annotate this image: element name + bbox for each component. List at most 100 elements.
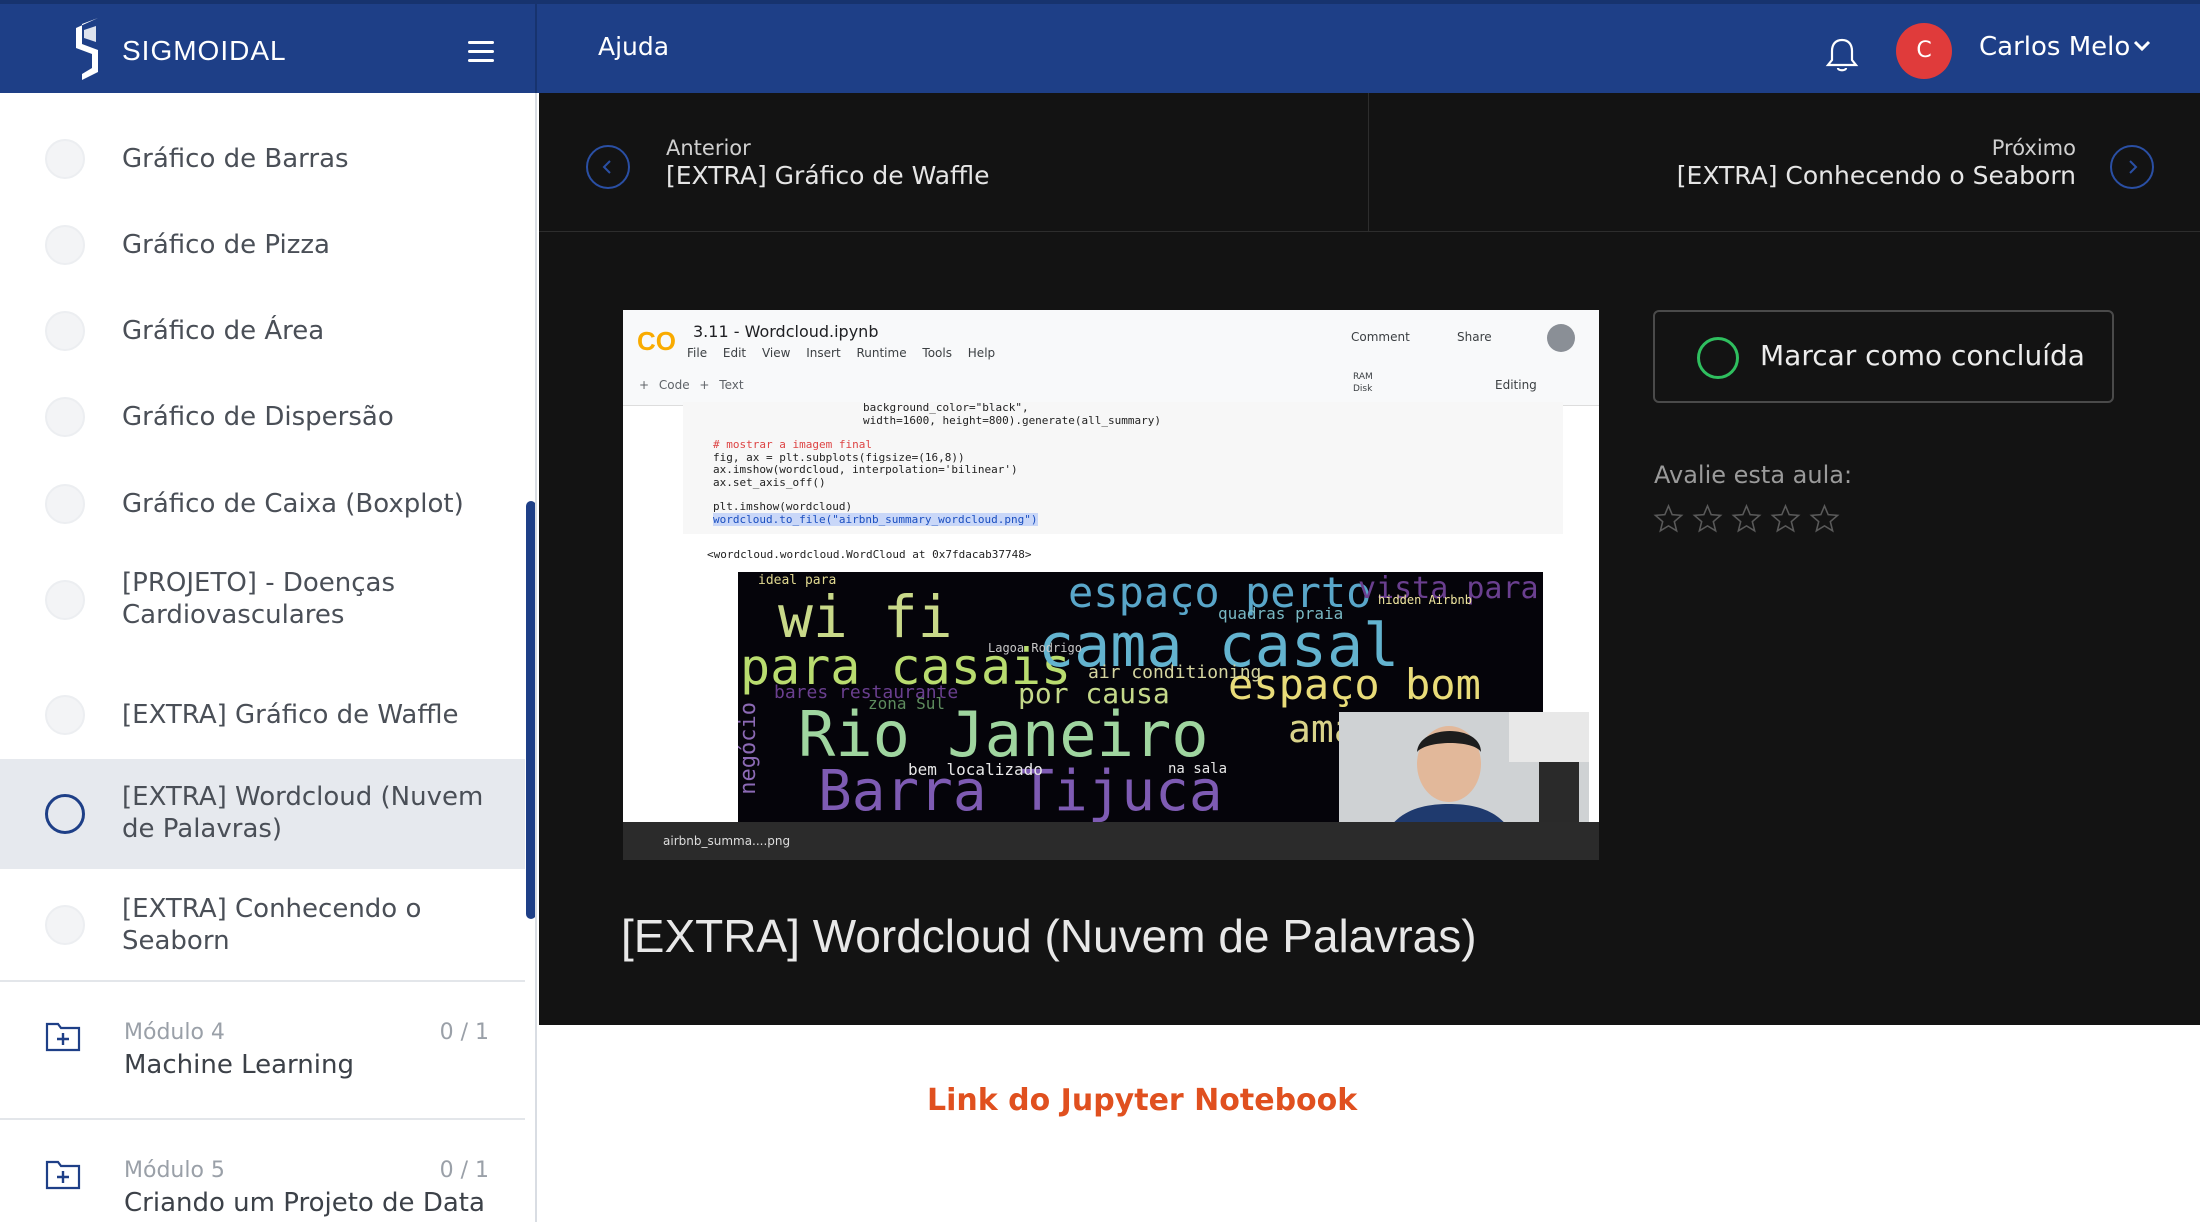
lesson-title: [EXTRA] Wordcloud (Nuvem de Palavras) <box>621 910 1477 962</box>
lesson-status-icon <box>45 311 85 351</box>
avatar[interactable]: C <box>1896 23 1952 79</box>
menu-toggle-icon[interactable] <box>468 41 494 63</box>
folder-plus-icon <box>45 1160 81 1190</box>
download-bar: airbnb_summa....png <box>623 822 1599 860</box>
wordcloud-word: por causa <box>1018 677 1170 710</box>
colab-header: CO 3.11 - Wordcloud.ipynb File Edit View… <box>623 310 1599 406</box>
sidebar-lesson-item[interactable]: Gráfico de Dispersão <box>0 386 525 448</box>
share-label: Share <box>1457 330 1492 344</box>
code-line: # mostrar a imagem final <box>713 438 872 451</box>
module-progress: 0 / 1 <box>439 1158 489 1183</box>
course-sidebar: Gráfico de Barras Gráfico de Pizza Gráfi… <box>0 93 537 1222</box>
sidebar-lesson-label: Gráfico de Caixa (Boxplot) <box>122 489 464 519</box>
module-title: Criando um Projeto de Data <box>124 1188 485 1218</box>
code-line: plt.imshow(wordcloud) <box>713 500 853 513</box>
sidebar-lesson-label: Gráfico de Barras <box>122 144 349 174</box>
lesson-status-icon <box>45 580 85 620</box>
lesson-status-icon <box>45 695 85 735</box>
sidebar-lesson-label: [PROJETO] - Doenças Cardiovasculares <box>122 568 396 630</box>
jupyter-notebook-link[interactable]: Link do Jupyter Notebook <box>927 1083 1357 1118</box>
sidebar-lesson-label: [EXTRA] Wordcloud (Nuvem de Palavras) <box>122 782 484 844</box>
module-number: Módulo 5 <box>124 1158 225 1183</box>
notebook-menu: File Edit View Insert Runtime Tools Help <box>687 346 996 360</box>
code-line: wordcloud.to_file("airbnb_summary_wordcl… <box>713 512 1563 527</box>
ram-label: RAM <box>1353 372 1373 382</box>
notebook-title: 3.11 - Wordcloud.ipynb <box>693 322 879 341</box>
chevron-right-icon <box>2110 145 2154 189</box>
sidebar-scrollbar-thumb[interactable] <box>526 501 535 919</box>
rating-label: Avalie esta aula: <box>1654 461 1853 489</box>
star-icon[interactable] <box>1809 503 1840 534</box>
user-name[interactable]: Carlos Melo <box>1979 32 2130 62</box>
rating-stars <box>1653 503 1840 534</box>
sidebar-lesson-item[interactable]: Gráfico de Barras <box>0 128 525 190</box>
next-lesson-button[interactable]: Próximo [EXTRA] Conhecendo o Seaborn <box>1370 93 2200 232</box>
previous-label: Anterior <box>666 136 751 160</box>
sidebar-module-item[interactable]: Módulo 4 0 / 1 Machine Learning <box>0 980 525 1118</box>
wordcloud-word: air conditioning <box>1088 662 1262 683</box>
sidebar-lesson-label: Gráfico de Dispersão <box>122 402 394 432</box>
wordcloud-word: Lagoa Rodrigo <box>988 641 1082 655</box>
star-icon[interactable] <box>1731 503 1762 534</box>
previous-lesson-button[interactable]: Anterior [EXTRA] Gráfico de Waffle <box>539 93 1369 232</box>
top-bar: SIGMOIDAL Ajuda C Carlos Melo <box>0 0 2200 93</box>
lesson-navigation: Anterior [EXTRA] Gráfico de Waffle Próxi… <box>539 93 2200 232</box>
star-icon[interactable] <box>1653 503 1684 534</box>
help-link[interactable]: Ajuda <box>598 32 669 61</box>
wordcloud-word: zona Sul <box>868 694 946 713</box>
sidebar-lesson-item[interactable]: [PROJETO] - Doenças Cardiovasculares <box>0 555 525 645</box>
module-number: Módulo 4 <box>124 1020 225 1045</box>
notification-bell-icon[interactable] <box>1822 34 1862 74</box>
lesson-status-icon <box>45 139 85 179</box>
sigmoidal-logo-icon <box>76 18 98 80</box>
sidebar-lesson-item[interactable]: Gráfico de Área <box>0 300 525 362</box>
sidebar-lesson-item[interactable]: [EXTRA] Gráfico de Waffle <box>0 684 525 746</box>
download-file-name: airbnb_summa....png <box>663 834 791 848</box>
sidebar-lesson-item[interactable]: Gráfico de Caixa (Boxplot) <box>0 473 525 535</box>
lesson-video[interactable]: CO 3.11 - Wordcloud.ipynb File Edit View… <box>623 310 1599 860</box>
wordcloud-word: ideal para <box>758 573 837 588</box>
code-line: ax.set_axis_off() <box>713 475 826 489</box>
next-lesson-title: [EXTRA] Conhecendo o Seaborn <box>1676 161 2076 190</box>
lesson-status-icon <box>45 794 85 834</box>
wordcloud-word: bem localizado <box>908 760 1043 779</box>
previous-lesson-title: [EXTRA] Gráfico de Waffle <box>666 161 990 190</box>
sidebar-lesson-item[interactable]: [EXTRA] Conhecendo o Seaborn <box>0 875 525 975</box>
module-title: Machine Learning <box>124 1050 354 1080</box>
lesson-content: Link do Jupyter Notebook <box>539 1025 2200 1222</box>
lesson-status-icon <box>45 225 85 265</box>
code-cell: background_color="black", width=1600, he… <box>683 401 1563 534</box>
code-output: <wordcloud.wordcloud.WordCloud at 0x7fda… <box>707 548 1032 561</box>
next-label: Próximo <box>1991 136 2076 160</box>
comment-label: Comment <box>1351 330 1410 344</box>
mark-complete-label: Marcar como concluída <box>1760 339 2085 372</box>
wordcloud-word: quadras praia <box>1218 604 1344 623</box>
sidebar-module-item[interactable]: Módulo 5 0 / 1 Criando um Projeto de Dat… <box>0 1118 525 1222</box>
star-icon[interactable] <box>1692 503 1723 534</box>
lesson-status-icon <box>45 905 85 945</box>
wordcloud-word: negócio <box>738 702 761 795</box>
disk-label: Disk <box>1353 384 1373 394</box>
sidebar-lesson-label: Gráfico de Área <box>122 316 325 346</box>
star-icon[interactable] <box>1770 503 1801 534</box>
wordcloud-word: Rio Janeiro <box>798 698 1209 771</box>
notebook-toolbar: + Code + Text <box>639 378 744 392</box>
sidebar-lesson-item-active[interactable]: [EXTRA] Wordcloud (Nuvem de Palavras) <box>0 759 525 869</box>
folder-plus-icon <box>45 1022 81 1052</box>
sidebar-lesson-item[interactable]: Gráfico de Pizza <box>0 214 525 276</box>
sidebar-lesson-label: [EXTRA] Gráfico de Waffle <box>122 700 459 730</box>
module-progress: 0 / 1 <box>439 1020 489 1045</box>
colab-logo: CO <box>637 326 676 356</box>
colab-avatar <box>1547 324 1575 352</box>
code-line-highlight: wordcloud.to_file("airbnb_summary_wordcl… <box>713 512 1038 526</box>
lesson-player-area: Anterior [EXTRA] Gráfico de Waffle Próxi… <box>539 93 2200 1025</box>
mark-complete-button[interactable]: Marcar como concluída <box>1653 310 2114 403</box>
sidebar-lesson-label: Gráfico de Pizza <box>122 230 330 260</box>
code-line: ax.imshow(wordcloud, interpolation='bili… <box>713 463 1018 476</box>
chevron-down-icon[interactable] <box>2131 38 2153 54</box>
editing-label: Editing <box>1495 378 1537 392</box>
brand-area: SIGMOIDAL <box>0 4 537 93</box>
code-line: width=1600, height=800).generate(all_sum… <box>863 413 1162 427</box>
check-circle-icon <box>1697 337 1739 379</box>
sidebar-lesson-label: [EXTRA] Conhecendo o Seaborn <box>122 894 422 956</box>
